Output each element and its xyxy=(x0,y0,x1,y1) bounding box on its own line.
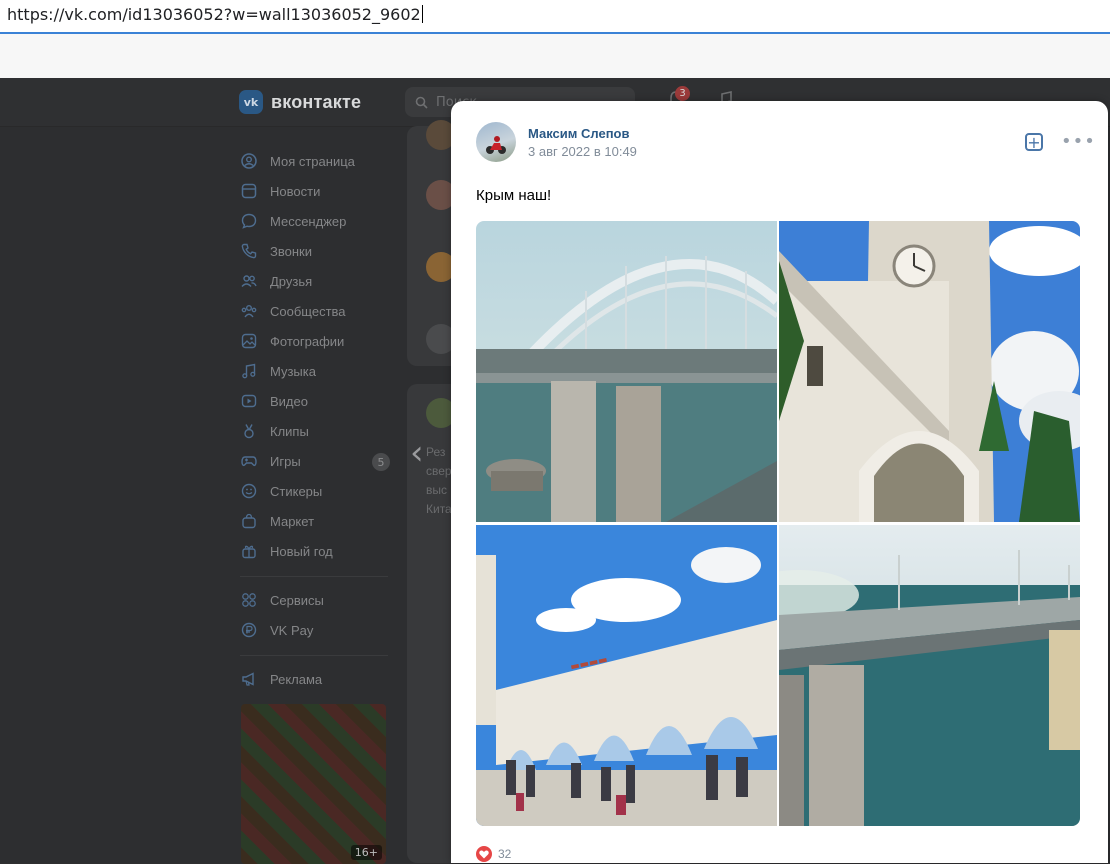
sidebar-item-games[interactable]: Игры 5 xyxy=(240,446,400,476)
address-bar[interactable]: https://vk.com/id13036052?w=wall13036052… xyxy=(0,0,1110,34)
ellipsis-icon: ••• xyxy=(1061,131,1096,152)
sidebar-item-label: Новости xyxy=(270,183,321,199)
age-rating-badge: 16+ xyxy=(350,845,382,860)
phone-icon xyxy=(240,242,258,260)
previous-post-arrow[interactable]: ‹ xyxy=(410,436,434,470)
clips-icon xyxy=(240,422,258,440)
sidebar-divider xyxy=(240,576,388,577)
sticker-icon xyxy=(240,482,258,500)
sidebar-item-clips[interactable]: Клипы xyxy=(240,416,400,446)
sidebar-item-calls[interactable]: Звонки xyxy=(240,236,400,266)
sidebar-item-label: Моя страница xyxy=(270,153,355,169)
vk-logo[interactable]: vk вконтакте xyxy=(239,90,361,114)
services-grid-icon xyxy=(240,591,258,609)
sidebar-item-label: Фотографии xyxy=(270,333,345,349)
url-input[interactable]: https://vk.com/id13036052?w=wall13036052… xyxy=(7,5,423,24)
sidebar-item-new-year[interactable]: Новый год xyxy=(240,536,400,566)
sidebar-item-news[interactable]: Новости xyxy=(240,176,400,206)
notifications-badge: 3 xyxy=(675,86,690,101)
clock-tower-photo[interactable] xyxy=(779,221,1080,522)
sidebar-item-ads[interactable]: Реклама xyxy=(240,664,400,694)
add-bookmark-button[interactable]: + xyxy=(1025,132,1043,152)
sidebar-item-label: Стикеры xyxy=(270,483,323,499)
author-name-link[interactable]: Максим Слепов xyxy=(528,126,630,141)
sidebar-item-label: Маркет xyxy=(270,513,315,529)
friends-icon xyxy=(240,272,258,290)
vk-logo-text: вконтакте xyxy=(271,91,362,112)
sidebar-item-my-page[interactable]: Моя страница xyxy=(240,146,400,176)
chat-bubble-icon xyxy=(240,212,258,230)
vk-pay-icon xyxy=(240,621,258,639)
author-avatar[interactable] xyxy=(476,122,516,162)
game-ad-banner[interactable]: 16+ xyxy=(241,704,386,864)
sidebar-item-label: Сервисы xyxy=(270,592,324,608)
sidebar-item-label: Мессенджер xyxy=(270,213,347,229)
bridge-sea-photo[interactable] xyxy=(779,525,1080,826)
games-badge: 5 xyxy=(372,453,390,471)
like-count: 32 xyxy=(498,847,512,861)
sidebar-item-messenger[interactable]: Мессенджер xyxy=(240,206,400,236)
sidebar-item-vk-pay[interactable]: VK Pay xyxy=(240,615,400,645)
motorcycle-icon xyxy=(486,136,506,154)
photo-grid: ▬▬▬▬ xyxy=(476,221,1081,826)
sidebar-item-photos[interactable]: Фотографии xyxy=(240,326,400,356)
sidebar-item-label: Новый год xyxy=(270,543,333,559)
sidebar-item-friends[interactable]: Друзья xyxy=(240,266,400,296)
more-options-button[interactable]: ••• xyxy=(1061,131,1096,152)
like-button[interactable]: 32 xyxy=(476,846,511,862)
sidebar-item-communities[interactable]: Сообщества xyxy=(240,296,400,326)
url-text: https://vk.com/id13036052?w=wall13036052… xyxy=(7,5,421,24)
shopping-bag-icon xyxy=(240,512,258,530)
user-circle-icon xyxy=(240,152,258,170)
sidebar-divider xyxy=(240,655,388,656)
video-icon xyxy=(240,392,258,410)
sidebar-item-label: VK Pay xyxy=(270,622,314,638)
communities-icon xyxy=(240,302,258,320)
sidebar-item-stickers[interactable]: Стикеры xyxy=(240,476,400,506)
left-sidebar: Моя страница Новости Мессенджер Звонки Д… xyxy=(240,146,400,694)
feed-text-line: Кита xyxy=(426,502,452,516)
post-modal: Максим Слепов 3 авг 2022 в 10:49 + ••• К… xyxy=(451,101,1108,863)
sidebar-item-services[interactable]: Сервисы xyxy=(240,585,400,615)
vk-logo-icon: vk xyxy=(239,90,263,114)
search-icon xyxy=(415,96,428,109)
text-caret xyxy=(421,5,423,23)
post-date[interactable]: 3 авг 2022 в 10:49 xyxy=(528,144,637,159)
megaphone-icon xyxy=(240,670,258,688)
sidebar-item-label: Сообщества xyxy=(270,303,346,319)
sidebar-item-label: Реклама xyxy=(270,671,323,687)
sidebar-item-label: Клипы xyxy=(270,423,309,439)
photo-icon xyxy=(240,332,258,350)
gamepad-icon xyxy=(240,452,258,470)
newspaper-icon xyxy=(240,182,258,200)
sidebar-item-label: Звонки xyxy=(270,243,312,259)
bridge-arch-photo[interactable] xyxy=(476,221,777,522)
sidebar-item-label: Игры xyxy=(270,453,301,469)
gift-icon xyxy=(240,542,258,560)
sidebar-item-market[interactable]: Маркет xyxy=(240,506,400,536)
sidebar-item-label: Друзья xyxy=(270,273,313,289)
sidebar-item-label: Музыка xyxy=(270,363,316,379)
plus-icon: + xyxy=(1027,132,1041,152)
music-icon xyxy=(240,362,258,380)
sidebar-item-video[interactable]: Видео xyxy=(240,386,400,416)
sidebar-item-label: Видео xyxy=(270,393,308,409)
heart-icon xyxy=(476,846,492,862)
sidebar-item-music[interactable]: Музыка xyxy=(240,356,400,386)
station-colonnade-photo[interactable]: ▬▬▬▬ xyxy=(476,525,777,826)
post-text: Крым наш! xyxy=(476,187,552,204)
feed-text-line: выс xyxy=(426,483,447,497)
browser-toolbar xyxy=(0,34,1110,79)
